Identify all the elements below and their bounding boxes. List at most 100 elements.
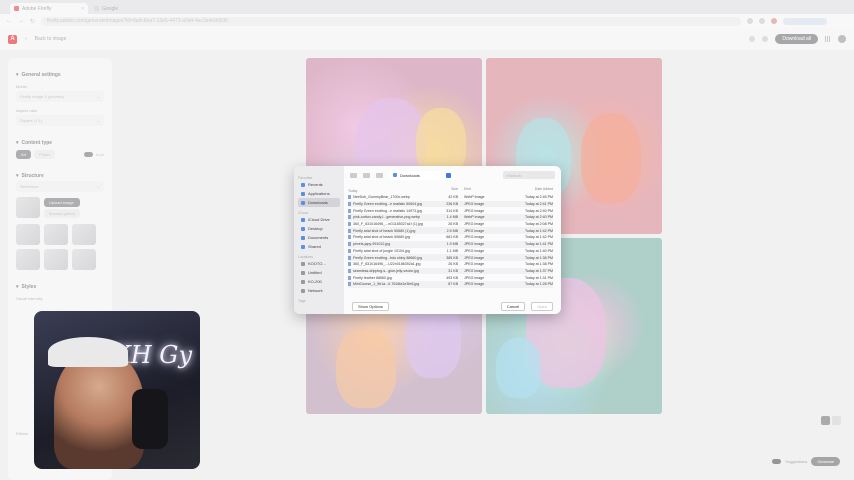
download-all-button[interactable]: Download all (775, 34, 818, 44)
group-icon[interactable] (376, 172, 383, 178)
aspect-ratio-value: Square (1:1) (20, 118, 43, 123)
sidebar-item-downloads[interactable]: Downloads (298, 198, 340, 207)
browser-tab-firefly[interactable]: Adobe Firefly × (10, 3, 88, 14)
close-tab-icon[interactable]: × (81, 6, 84, 12)
gallery-thumbnail[interactable] (44, 224, 68, 245)
content-type-title[interactable]: ▾ Content type (16, 140, 104, 146)
gallery-thumbnail[interactable] (44, 249, 68, 270)
profile-icon[interactable] (771, 18, 778, 24)
back-icon[interactable] (350, 172, 357, 178)
sidebar-item-desktop[interactable]: Desktop (298, 224, 340, 233)
sidebar-item-icloud-drive[interactable]: iCloud Drive (298, 215, 340, 224)
avatar[interactable] (838, 35, 846, 43)
reference-dropdown[interactable]: Reference ⌄ (16, 181, 104, 192)
cancel-button[interactable]: Cancel (500, 301, 526, 311)
apps-grid-icon[interactable] (825, 36, 831, 42)
file-name-text: Firefly Green exciting...bdo shiny 88660… (353, 255, 423, 260)
sidebar-item-location[interactable]: KO-200 (298, 277, 340, 286)
sidebar-item-applications[interactable]: Applications (298, 189, 340, 198)
back-arrow-icon[interactable]: ← (6, 18, 12, 24)
sidebar-item-network[interactable]: Network (298, 286, 340, 295)
reload-icon[interactable]: ↻ (30, 18, 35, 25)
sidebar-item-location[interactable]: Untitled (298, 268, 340, 277)
file-size: 1.1 MB (446, 248, 458, 253)
column-name[interactable]: Today (348, 187, 440, 194)
location-popup[interactable]: Downloads (389, 170, 455, 180)
view-mode-icon[interactable] (363, 172, 370, 178)
general-settings-title[interactable]: ▾ General settings (16, 72, 104, 78)
gallery-thumbnail[interactable] (16, 224, 40, 245)
gummy-bear-shape (496, 338, 541, 398)
file-row[interactable]: seamless-dripping-s...glue-jelly-vector.… (348, 267, 553, 275)
styles-title[interactable]: ▾ Styles (16, 284, 104, 290)
gallery-thumbnail[interactable] (72, 249, 96, 270)
browser-profile-pill[interactable] (783, 17, 828, 25)
file-name-text: MiniCourse_1_9b1a...0-7616fa1e3fe6.jpg (353, 282, 420, 287)
upload-image-button[interactable]: Upload image (44, 197, 81, 207)
suggestions-toggle[interactable] (772, 459, 782, 464)
file-row[interactable]: pink-cotton-candy-l...generative-png.web… (348, 214, 553, 221)
column-date-added[interactable]: Date Added (504, 187, 553, 194)
column-size[interactable]: Size (440, 187, 462, 194)
structure-title[interactable]: ▾ Structure (16, 173, 104, 179)
gallery-thumbnail[interactable] (72, 224, 96, 245)
file-row[interactable]: 360_F_631016496_...U22n0186392a1.jpg 26 K… (348, 261, 553, 268)
info-icon[interactable] (749, 36, 756, 42)
extensions-icon[interactable] (759, 18, 766, 24)
gallery-thumbnail[interactable] (16, 249, 40, 270)
sidebar-item-recents[interactable]: Recents (298, 180, 340, 189)
file-row[interactable]: Firefly arial shot of beach 50680 (1).jp… (348, 227, 553, 235)
file-row[interactable]: Firefly arial shot of jungle 10104.jpg 1.… (348, 248, 553, 255)
file-list: NeeDoh_GummyBear_1700x.webp 42 KB WebP ima… (348, 194, 553, 288)
browse-gallery-button[interactable]: Browse gallery (44, 208, 81, 218)
column-kind[interactable]: Kind (462, 187, 504, 194)
file-list-header: Today Size Kind Date Added (348, 187, 553, 194)
file-name-text: Firefly Green exciting...e realistic 506… (353, 202, 422, 207)
auto-toggle[interactable] (83, 152, 93, 157)
sidebar-item-shared[interactable]: Shared (298, 242, 340, 251)
structure-label: Structure (21, 173, 44, 179)
back-chevron-icon[interactable]: ‹ (25, 36, 27, 42)
tab-label: Adobe Firefly (22, 5, 52, 12)
reference-thumbnail[interactable] (16, 197, 40, 218)
sidebar-item-documents[interactable]: Documents (298, 233, 340, 242)
file-row[interactable]: NeeDoh_GummyBear_1700x.webp 42 KB WebP ima… (348, 194, 553, 201)
forward-arrow-icon[interactable]: → (18, 18, 24, 24)
back-to-image-link[interactable]: Back to image (35, 36, 67, 42)
share-icon[interactable] (762, 36, 769, 42)
single-view-icon[interactable] (832, 416, 841, 425)
file-row[interactable]: Firefly Green exciting...e realistic 506… (348, 200, 553, 208)
show-options-button[interactable]: Show Options (352, 301, 389, 311)
gummy-bear-shape (336, 328, 396, 408)
file-row[interactable]: pexels-japy-991012.jpg 1.9 MB JPEG image To… (348, 240, 553, 248)
url-field[interactable]: firefly.adobe.com/generate/images?id=9a9… (41, 16, 742, 26)
file-row[interactable]: Firefly Green exciting...bdo shiny 88660… (348, 254, 553, 261)
file-kind: WebP image (464, 215, 485, 220)
aspect-ratio-dropdown[interactable]: Square (1:1) ⌄ (16, 115, 104, 126)
file-icon (348, 255, 351, 260)
file-row[interactable]: Firefly Green exciting...e realistic 149… (348, 207, 553, 214)
file-size: 2.5 MB (446, 228, 458, 233)
file-row[interactable]: 360_F_631016496_...nG1165027a1f (1).jpg 2… (348, 221, 553, 228)
general-settings-label: General settings (21, 72, 61, 78)
drive-icon (301, 270, 305, 275)
file-row[interactable]: MiniCourse_1_9b1a...0-7616fa1e3fe6.jpg 87… (348, 280, 553, 288)
dialog-search-field[interactable]: ⌕ Search (503, 171, 555, 179)
bookmark-star-icon[interactable] (747, 18, 754, 24)
content-art-button[interactable]: Art (16, 150, 32, 159)
content-photo-button[interactable]: Photo (34, 150, 55, 159)
file-icon (348, 228, 351, 233)
sidebar-item-location[interactable]: KOOTO... (298, 259, 340, 268)
model-dropdown[interactable]: Firefly Image 3 (preview) ⌄ (16, 91, 104, 102)
file-row[interactable]: Firefly feather 88660.jpg 493 KB JPEG imag… (348, 274, 553, 281)
file-size: 42 KB (448, 195, 458, 200)
open-button[interactable]: Open (531, 301, 553, 311)
file-icon (348, 235, 351, 240)
generate-button[interactable]: Generate (811, 457, 840, 466)
aspect-ratio-label: Aspect ratio (16, 108, 38, 113)
file-size: 26 KB (448, 222, 458, 227)
adobe-logo-icon[interactable]: A (8, 34, 17, 44)
browser-tab-google[interactable]: Google (90, 3, 168, 14)
grid-view-icon[interactable] (821, 416, 830, 425)
file-row[interactable]: Firefly arial shot of beach 50680.jpg 681… (348, 234, 553, 241)
